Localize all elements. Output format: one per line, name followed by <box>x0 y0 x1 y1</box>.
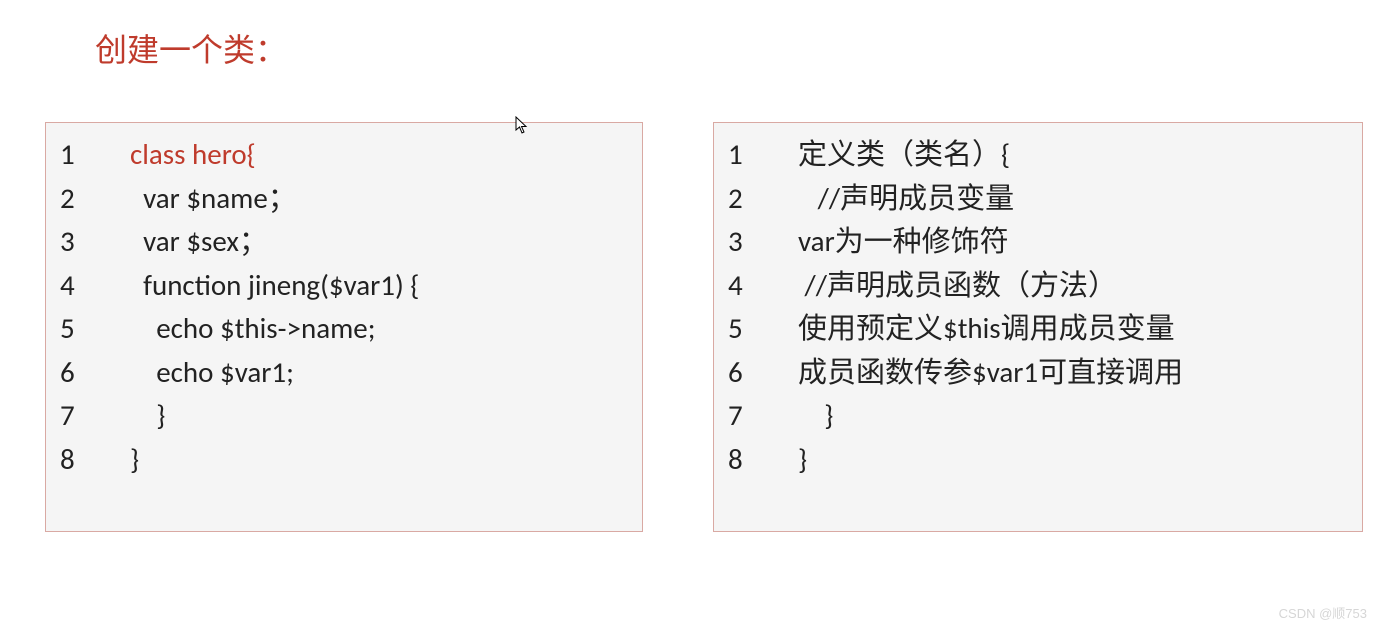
code-text: 定义类（类名）{ <box>798 133 1010 177</box>
line-number: 8 <box>60 438 130 482</box>
code-line: 2 var $name； <box>60 177 628 221</box>
watermark-text: CSDN @顺753 <box>1279 603 1367 622</box>
code-line: 3 var $sex； <box>60 220 628 264</box>
code-text: class hero{ <box>130 133 256 177</box>
line-number: 8 <box>728 438 798 482</box>
line-number: 5 <box>728 307 798 351</box>
code-text: var $sex； <box>130 220 268 264</box>
code-line: 5 echo $this->name; <box>60 307 628 351</box>
line-number: 7 <box>60 394 130 438</box>
slide-title: 创建一个类： <box>95 25 287 71</box>
line-number: 5 <box>60 307 130 351</box>
line-number: 1 <box>728 133 798 177</box>
line-number: 4 <box>60 264 130 308</box>
code-line: 1 定义类（类名）{ <box>728 133 1348 177</box>
line-number: 1 <box>60 133 130 177</box>
code-text: var $name； <box>130 177 297 221</box>
code-text: echo $this->name; <box>130 307 375 351</box>
code-text: } <box>798 394 833 438</box>
code-text: 成员函数传参$var1可直接调用 <box>798 351 1183 395</box>
code-line: 6 echo $var1; <box>60 351 628 395</box>
line-number: 7 <box>728 394 798 438</box>
code-text: var为一种修饰符 <box>798 220 1009 264</box>
line-number: 6 <box>728 351 798 395</box>
code-line: 1 class hero{ <box>60 133 628 177</box>
line-number: 3 <box>728 220 798 264</box>
line-number: 4 <box>728 264 798 308</box>
code-text: //声明成员函数（方法） <box>798 264 1117 308</box>
code-box-left: 1 class hero{ 2 var $name； 3 var $sex； 4… <box>45 122 643 532</box>
code-line: 2 //声明成员变量 <box>728 177 1348 221</box>
code-text: } <box>130 394 165 438</box>
code-line: 8 } <box>728 438 1348 482</box>
code-text: } <box>798 438 807 482</box>
line-number: 6 <box>60 351 130 395</box>
code-line: 4 //声明成员函数（方法） <box>728 264 1348 308</box>
line-number: 2 <box>60 177 130 221</box>
code-line: 6 成员函数传参$var1可直接调用 <box>728 351 1348 395</box>
code-text: 使用预定义$this调用成员变量 <box>798 307 1175 351</box>
code-line: 4 function jineng($var1) { <box>60 264 628 308</box>
code-text: //声明成员变量 <box>798 177 1014 221</box>
code-text: } <box>130 438 139 482</box>
code-box-right: 1 定义类（类名）{ 2 //声明成员变量 3 var为一种修饰符 4 //声明… <box>713 122 1363 532</box>
code-line: 7 } <box>728 394 1348 438</box>
code-line: 8 } <box>60 438 628 482</box>
line-number: 2 <box>728 177 798 221</box>
code-line: 7 } <box>60 394 628 438</box>
code-text: echo $var1; <box>130 351 294 395</box>
code-line: 5 使用预定义$this调用成员变量 <box>728 307 1348 351</box>
line-number: 3 <box>60 220 130 264</box>
code-text: function jineng($var1) { <box>130 264 419 308</box>
code-line: 3 var为一种修饰符 <box>728 220 1348 264</box>
